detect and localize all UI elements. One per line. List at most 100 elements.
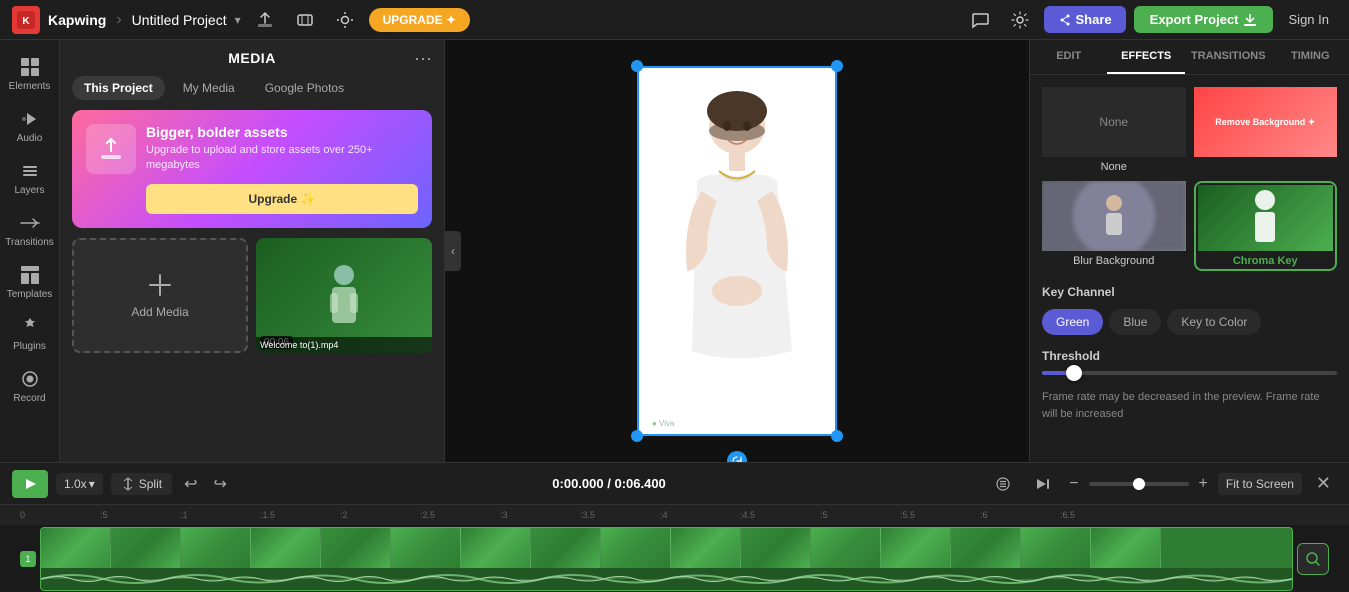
media-panel-header: MEDIA ··· <box>60 40 444 76</box>
key-blue-button[interactable]: Blue <box>1109 309 1161 335</box>
ruler-mark-3: :1.5 <box>260 510 275 520</box>
effect-chroma-key-thumb <box>1198 185 1334 251</box>
ruler-mark-1: :5 <box>100 510 108 520</box>
timeline-controls: 1.0x ▾ Split ↩ ↪ 0:00.000 / 0:06.400 − <box>0 463 1349 505</box>
upgrade-banner-button[interactable]: Upgrade ✨ <box>146 184 418 214</box>
sun-icon[interactable] <box>329 4 361 36</box>
upgrade-description: Upgrade to upload and store assets over … <box>146 143 418 174</box>
media-item[interactable]: 00:06 Welcome to(1).mp4 <box>256 238 432 353</box>
handle-tl[interactable] <box>631 60 643 72</box>
ruler-mark-13: :6.5 <box>1060 510 1075 520</box>
ruler-mark-7: :3.5 <box>580 510 595 520</box>
project-title[interactable]: Untitled Project <box>132 12 227 28</box>
zoom-slider[interactable] <box>1089 482 1189 486</box>
track-frame-2 <box>111 528 181 568</box>
export-button[interactable]: Export Project <box>1134 6 1273 33</box>
right-panel-tabs: EDIT EFFECTS TRANSITIONS TIMING <box>1030 40 1349 75</box>
ruler-mark-9: :4.5 <box>740 510 755 520</box>
sidebar-item-audio[interactable]: Audio <box>3 100 57 152</box>
ruler-mark-2: :1 <box>180 510 188 520</box>
effects-content: None None Remove Background ✦ Blu <box>1030 75 1349 462</box>
waveform-svg <box>41 568 1292 590</box>
zoom-thumb[interactable] <box>1133 478 1145 490</box>
media-tabs: This Project My Media Google Photos <box>60 76 444 110</box>
share-icon-upload[interactable] <box>249 4 281 36</box>
undo-button[interactable]: ↩ <box>180 472 201 496</box>
sidebar-item-elements[interactable]: Elements <box>3 48 57 100</box>
effect-none[interactable]: None None <box>1042 87 1186 173</box>
play-button[interactable] <box>12 470 48 498</box>
sidebar-item-templates[interactable]: Templates <box>3 256 57 308</box>
key-green-button[interactable]: Green <box>1042 309 1103 335</box>
track-frame-12 <box>811 528 881 568</box>
track-waveform <box>41 568 1292 590</box>
ruler-mark-11: :5.5 <box>900 510 915 520</box>
tab-edit[interactable]: EDIT <box>1030 40 1107 74</box>
tab-this-project[interactable]: This Project <box>72 76 165 100</box>
timeline-right-controls: − + Fit to Screen ✕ <box>987 468 1337 500</box>
sidebar-item-layers[interactable]: Layers <box>3 152 57 204</box>
media-panel-more-icon[interactable]: ··· <box>414 48 432 69</box>
effect-chroma-key-label: Chroma Key <box>1198 255 1334 267</box>
upgrade-icon <box>86 124 136 174</box>
settings-icon[interactable] <box>1004 4 1036 36</box>
tab-transitions[interactable]: TRANSITIONS <box>1185 40 1272 74</box>
media-panel: MEDIA ··· This Project My Media Google P… <box>60 40 445 462</box>
close-timeline-icon[interactable]: ✕ <box>1310 471 1337 496</box>
share-button[interactable]: Share <box>1044 6 1126 33</box>
media-panel-title: MEDIA <box>228 50 276 66</box>
ruler-mark-12: :6 <box>980 510 988 520</box>
upgrade-banner: Bigger, bolder assets Upgrade to upload … <box>72 110 432 228</box>
project-chevron-icon[interactable]: ▾ <box>235 13 241 27</box>
ruler-mark-4: :2 <box>340 510 348 520</box>
media-grid: Add Media 00:06 Welcome to(1).mp4 <box>60 238 444 363</box>
signin-button[interactable]: Sign In <box>1281 12 1337 27</box>
tab-my-media[interactable]: My Media <box>171 76 247 100</box>
effects-grid: None None Remove Background ✦ Blu <box>1042 87 1337 271</box>
add-media-button[interactable]: Add Media <box>72 238 248 353</box>
canvas-frame[interactable]: ● Viva <box>637 66 837 436</box>
speed-selector[interactable]: 1.0x ▾ <box>56 473 103 495</box>
rotate-handle[interactable] <box>727 451 747 462</box>
handle-br[interactable] <box>831 430 843 442</box>
chat-icon[interactable] <box>964 4 996 36</box>
track-frame-10 <box>671 528 741 568</box>
effect-chroma-key[interactable]: Chroma Key <box>1194 181 1338 271</box>
handle-tr[interactable] <box>831 60 843 72</box>
fit-screen-button[interactable]: Fit to Screen <box>1218 473 1302 495</box>
collapse-left-icon[interactable]: ‹ <box>445 231 461 271</box>
timeline-ruler: 0 :5 :1 :1.5 :2 :2.5 :3 :3.5 :4 :4.5 :5 … <box>0 505 1349 525</box>
search-timeline-button[interactable] <box>1297 543 1329 575</box>
track-label: 1 <box>20 551 36 567</box>
key-to-color-button[interactable]: Key to Color <box>1167 309 1261 335</box>
sidebar-item-plugins[interactable]: Plugins <box>3 308 57 360</box>
upgrade-button[interactable]: UPGRADE ✦ <box>369 8 470 32</box>
track-clip[interactable] <box>40 527 1293 591</box>
effect-blur-bg[interactable]: Blur Background <box>1042 181 1186 271</box>
zoom-in-icon[interactable]: + <box>1197 473 1210 495</box>
zoom-out-icon[interactable]: − <box>1067 473 1080 495</box>
upgrade-text-area: Bigger, bolder assets Upgrade to upload … <box>146 124 418 214</box>
canvas-area: ‹ <box>445 40 1029 462</box>
film-strip-icon[interactable] <box>289 4 321 36</box>
effect-blur-bg-thumb <box>1042 181 1186 251</box>
track-frame-5 <box>321 528 391 568</box>
sidebar-item-record[interactable]: Record <box>3 360 57 412</box>
time-display: 0:00.000 / 0:06.400 <box>552 476 666 491</box>
threshold-slider[interactable] <box>1042 371 1337 375</box>
sidebar-item-transitions[interactable]: Transitions <box>3 204 57 256</box>
tab-google-photos[interactable]: Google Photos <box>253 76 356 100</box>
redo-button[interactable]: ↪ <box>209 472 230 496</box>
skip-to-end-icon[interactable] <box>1027 468 1059 500</box>
track-frame-14 <box>951 528 1021 568</box>
threshold-thumb[interactable] <box>1066 365 1082 381</box>
tab-effects[interactable]: EFFECTS <box>1107 40 1184 74</box>
timeline-settings-icon[interactable] <box>987 468 1019 500</box>
handle-bl[interactable] <box>631 430 643 442</box>
effect-remove-bg[interactable]: Remove Background ✦ <box>1194 87 1338 173</box>
key-channel-label: Key Channel <box>1042 285 1337 299</box>
tab-timing[interactable]: TIMING <box>1272 40 1349 74</box>
topbar: K Kapwing › Untitled Project ▾ UPGRADE ✦… <box>0 0 1349 40</box>
ruler-mark-6: :3 <box>500 510 508 520</box>
split-button[interactable]: Split <box>111 473 172 495</box>
